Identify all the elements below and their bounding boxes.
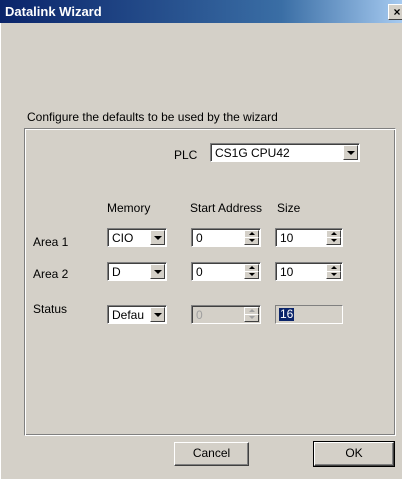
cancel-button[interactable]: Cancel [174,442,249,466]
area1-size-value: 10 [280,231,294,245]
area2-start-address-spinner[interactable]: 0 [191,262,261,281]
spin-down-icon [244,314,259,322]
memory-column-header: Memory [107,201,151,215]
status-start-address-value: 0 [196,308,203,322]
area1-label: Area 1 [33,235,69,249]
area1-start-address-value: 0 [196,231,203,245]
area2-start-address-value: 0 [196,265,203,279]
chevron-down-icon[interactable] [343,145,358,160]
area2-size-value: 10 [280,265,294,279]
status-memory-select[interactable]: Defau [107,305,167,324]
ok-button[interactable]: OK [313,441,395,467]
status-size-field[interactable]: 16 [275,305,343,324]
area2-size-spinner[interactable]: 10 [275,262,343,281]
area1-memory-select[interactable]: CIO [107,228,167,247]
spin-down-icon[interactable] [244,271,259,279]
start-address-column-header: Start Address [190,201,263,215]
area2-memory-value: D [112,265,121,279]
area2-label: Area 2 [33,267,69,281]
settings-groupbox [24,128,396,436]
status-label: Status [33,302,68,316]
plc-select-value: CS1G CPU42 [215,146,290,160]
plc-label: PLC [174,148,198,162]
spin-down-icon[interactable] [244,237,259,245]
chevron-down-icon[interactable] [150,307,165,322]
window-title: Datalink Wizard [5,4,102,19]
size-column-header: Size [277,201,301,215]
title-bar: Datalink Wizard × [0,0,402,23]
plc-select[interactable]: CS1G CPU42 [210,143,360,162]
area2-memory-select[interactable]: D [107,262,167,281]
spin-down-icon[interactable] [326,271,341,279]
chevron-down-icon[interactable] [150,264,165,279]
area1-size-spinner[interactable]: 10 [275,228,343,247]
window-border [0,23,4,479]
area1-start-address-spinner[interactable]: 0 [191,228,261,247]
chevron-down-icon[interactable] [150,230,165,245]
status-memory-value: Defau [112,308,145,322]
status-start-address-spinner: 0 [191,305,261,324]
area1-memory-value: CIO [112,231,134,245]
status-size-value: 16 [279,307,295,321]
spin-down-icon[interactable] [326,237,341,245]
intro-text: Configure the defaults to be used by the… [27,110,278,124]
close-button[interactable]: × [388,4,402,20]
